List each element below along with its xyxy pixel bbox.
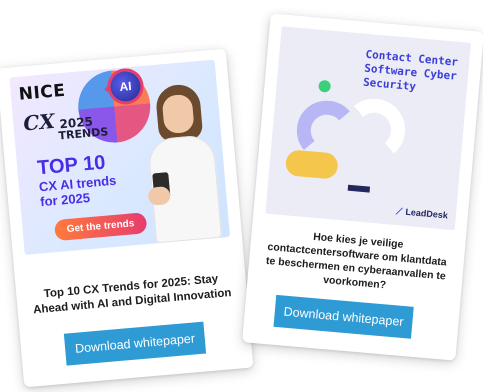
whitepaper-card-nice[interactable]: NICE AI ✦ ✦ CX 2025 TRENDS TOP 10 CX AI … <box>0 48 254 388</box>
get-the-trends-button[interactable]: Get the trends <box>53 212 148 242</box>
card-title[interactable]: Top 10 CX Trends for 2025: Stay Ahead wi… <box>28 271 236 319</box>
sparkle-icon: ✦ <box>102 83 113 97</box>
nice-logo: NICE <box>17 80 67 105</box>
download-whitepaper-button[interactable]: Download whitepaper <box>63 321 207 366</box>
leaddesk-logo-text: LeadDesk <box>405 206 449 221</box>
leaddesk-logo-icon: ⟋ <box>395 206 403 217</box>
green-dot-shape <box>318 79 332 93</box>
leaddesk-hero-image[interactable]: Contact Center Software Cyber Security ⟋… <box>265 26 471 231</box>
whitepaper-card-leaddesk[interactable]: Contact Center Software Cyber Security ⟋… <box>242 13 483 361</box>
navy-bar-shape <box>347 184 371 193</box>
leaddesk-logo: ⟋ LeadDesk <box>396 206 449 221</box>
download-whitepaper-button[interactable]: Download whitepaper <box>273 294 414 339</box>
hero-headline-line3: for 2025 <box>39 190 91 210</box>
yellow-pill-shape <box>284 149 339 180</box>
face <box>161 93 195 135</box>
hero-headline: TOP 10 CX AI trends for 2025 <box>36 149 140 210</box>
whitepaper-cards-stage: NICE AI ✦ ✦ CX 2025 TRENDS TOP 10 CX AI … <box>0 0 483 392</box>
woman-with-phone-photo <box>137 82 224 244</box>
cx-trends-mark: CX <box>22 108 56 136</box>
card-title[interactable]: Hoe kies je veilige contactcentersoftwar… <box>259 226 453 298</box>
hero-title: Contact Center Software Cyber Security <box>362 47 459 94</box>
white-arc-shape <box>340 96 408 164</box>
nice-hero-image[interactable]: NICE AI ✦ ✦ CX 2025 TRENDS TOP 10 CX AI … <box>9 59 231 255</box>
